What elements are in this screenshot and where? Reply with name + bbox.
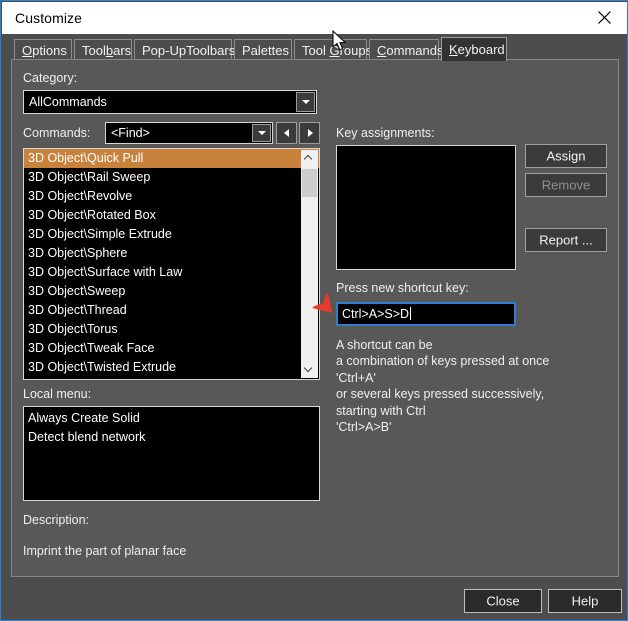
tab-commands[interactable]: Commands: [369, 39, 443, 60]
tab-popup-toolbars[interactable]: Pop-UpToolbars: [134, 39, 235, 60]
tab-tool-groups[interactable]: Tool Groups: [294, 39, 372, 60]
shortcut-help-text: A shortcut can be a combination of keys …: [336, 338, 550, 435]
command-list-item[interactable]: 3D Object\Simple Extrude: [24, 225, 319, 244]
arrow-left-icon: [283, 129, 289, 137]
command-list-item[interactable]: 3D Object\Revolve: [24, 187, 319, 206]
tab-strip: Options Toolbars Pop-UpToolbars Palettes…: [2, 34, 627, 61]
description-text: Imprint the part of planar face: [23, 544, 187, 558]
commands-find-dropdown-arrow[interactable]: [252, 124, 271, 142]
local-menu-label: Local menu:: [23, 387, 92, 401]
report-button-label: Report ...: [539, 232, 593, 248]
report-button[interactable]: Report ...: [525, 228, 607, 252]
scrollbar-thumb[interactable]: [302, 169, 317, 197]
commands-find-combobox[interactable]: <Find>: [105, 122, 273, 144]
assign-button-label: Assign: [546, 148, 586, 164]
local-menu-item[interactable]: Detect blend network: [24, 428, 319, 447]
category-value: AllCommands: [29, 95, 107, 109]
key-assignments-label: Key assignments:: [336, 126, 435, 140]
command-list-item[interactable]: 3D Object\Surface with Law: [24, 263, 319, 282]
description-label: Description:: [23, 513, 89, 527]
tab-palettes[interactable]: Palettes: [234, 39, 292, 60]
command-list-item[interactable]: 3D Object\Wedge: [24, 377, 319, 379]
command-list-item[interactable]: 3D Object\Sphere: [24, 244, 319, 263]
command-list-item[interactable]: 3D Object\Rail Sweep: [24, 168, 319, 187]
chevron-up-icon: [305, 156, 312, 163]
commands-next-button[interactable]: [299, 122, 320, 144]
command-list-item[interactable]: 3D Object\Torus: [24, 320, 319, 339]
close-button[interactable]: [582, 2, 627, 33]
shortcut-input[interactable]: Ctrl>A>S>D: [336, 302, 516, 326]
command-list-scrollbar[interactable]: [301, 150, 318, 378]
commands-find-value: <Find>: [111, 126, 150, 140]
help-button-label: Help: [571, 593, 599, 609]
help-button[interactable]: Help: [548, 589, 622, 613]
command-list-item[interactable]: 3D Object\Sweep: [24, 282, 319, 301]
tab-options[interactable]: Options: [14, 39, 72, 60]
assign-button[interactable]: Assign: [525, 144, 607, 168]
local-menu-rows: Always Create Solid Detect blend network: [24, 407, 319, 447]
command-list-rows: 3D Object\Quick Pull 3D Object\Rail Sweep…: [24, 149, 319, 379]
press-new-shortcut-label: Press new shortcut key:: [336, 281, 469, 295]
command-list-item[interactable]: 3D Object\Thread: [24, 301, 319, 320]
window-title: Customize: [15, 10, 83, 26]
title-bar: Customize: [2, 2, 627, 34]
keyboard-panel: Category: AllCommands Commands: <Find> 3…: [11, 59, 619, 577]
scroll-down-button[interactable]: [301, 361, 318, 378]
local-menu-listbox[interactable]: Always Create Solid Detect blend network: [23, 406, 320, 501]
commands-label: Commands:: [23, 126, 91, 140]
arrow-right-icon: [307, 129, 313, 137]
customize-dialog: Customize Options Toolbars Pop-UpToolbar…: [0, 0, 628, 621]
tab-toolbars[interactable]: Toolbars: [74, 39, 132, 60]
category-dropdown-arrow[interactable]: [296, 92, 315, 112]
command-listbox[interactable]: 3D Object\Quick Pull 3D Object\Rail Sweep…: [23, 148, 320, 380]
footer-bar: Close Help: [2, 578, 627, 620]
chevron-down-icon: [301, 100, 310, 104]
close-icon: [598, 11, 611, 24]
commands-prev-button[interactable]: [276, 122, 297, 144]
tab-keyboard[interactable]: Keyboard: [441, 37, 507, 61]
category-label: Category:: [23, 71, 78, 85]
command-list-item[interactable]: 3D Object\Rotated Box: [24, 206, 319, 225]
shortcut-input-value: Ctrl>A>S>D: [342, 307, 410, 321]
remove-button: Remove: [525, 173, 607, 197]
chevron-down-icon: [305, 367, 312, 374]
shortcut-input-value-wrap: Ctrl>A>S>D: [342, 307, 412, 321]
remove-button-label: Remove: [541, 177, 591, 193]
command-list-item[interactable]: 3D Object\Tweak Face: [24, 339, 319, 358]
text-caret: [410, 307, 412, 320]
command-list-item[interactable]: 3D Object\Quick Pull: [24, 149, 319, 168]
close-dialog-button[interactable]: Close: [464, 589, 542, 613]
command-list-item[interactable]: 3D Object\Twisted Extrude: [24, 358, 319, 377]
key-assignments-listbox[interactable]: [336, 145, 516, 270]
category-combobox[interactable]: AllCommands: [23, 90, 317, 114]
local-menu-item[interactable]: Always Create Solid: [24, 409, 319, 428]
scroll-up-button[interactable]: [301, 150, 318, 167]
chevron-down-icon: [257, 131, 266, 135]
close-button-label: Close: [486, 593, 520, 609]
